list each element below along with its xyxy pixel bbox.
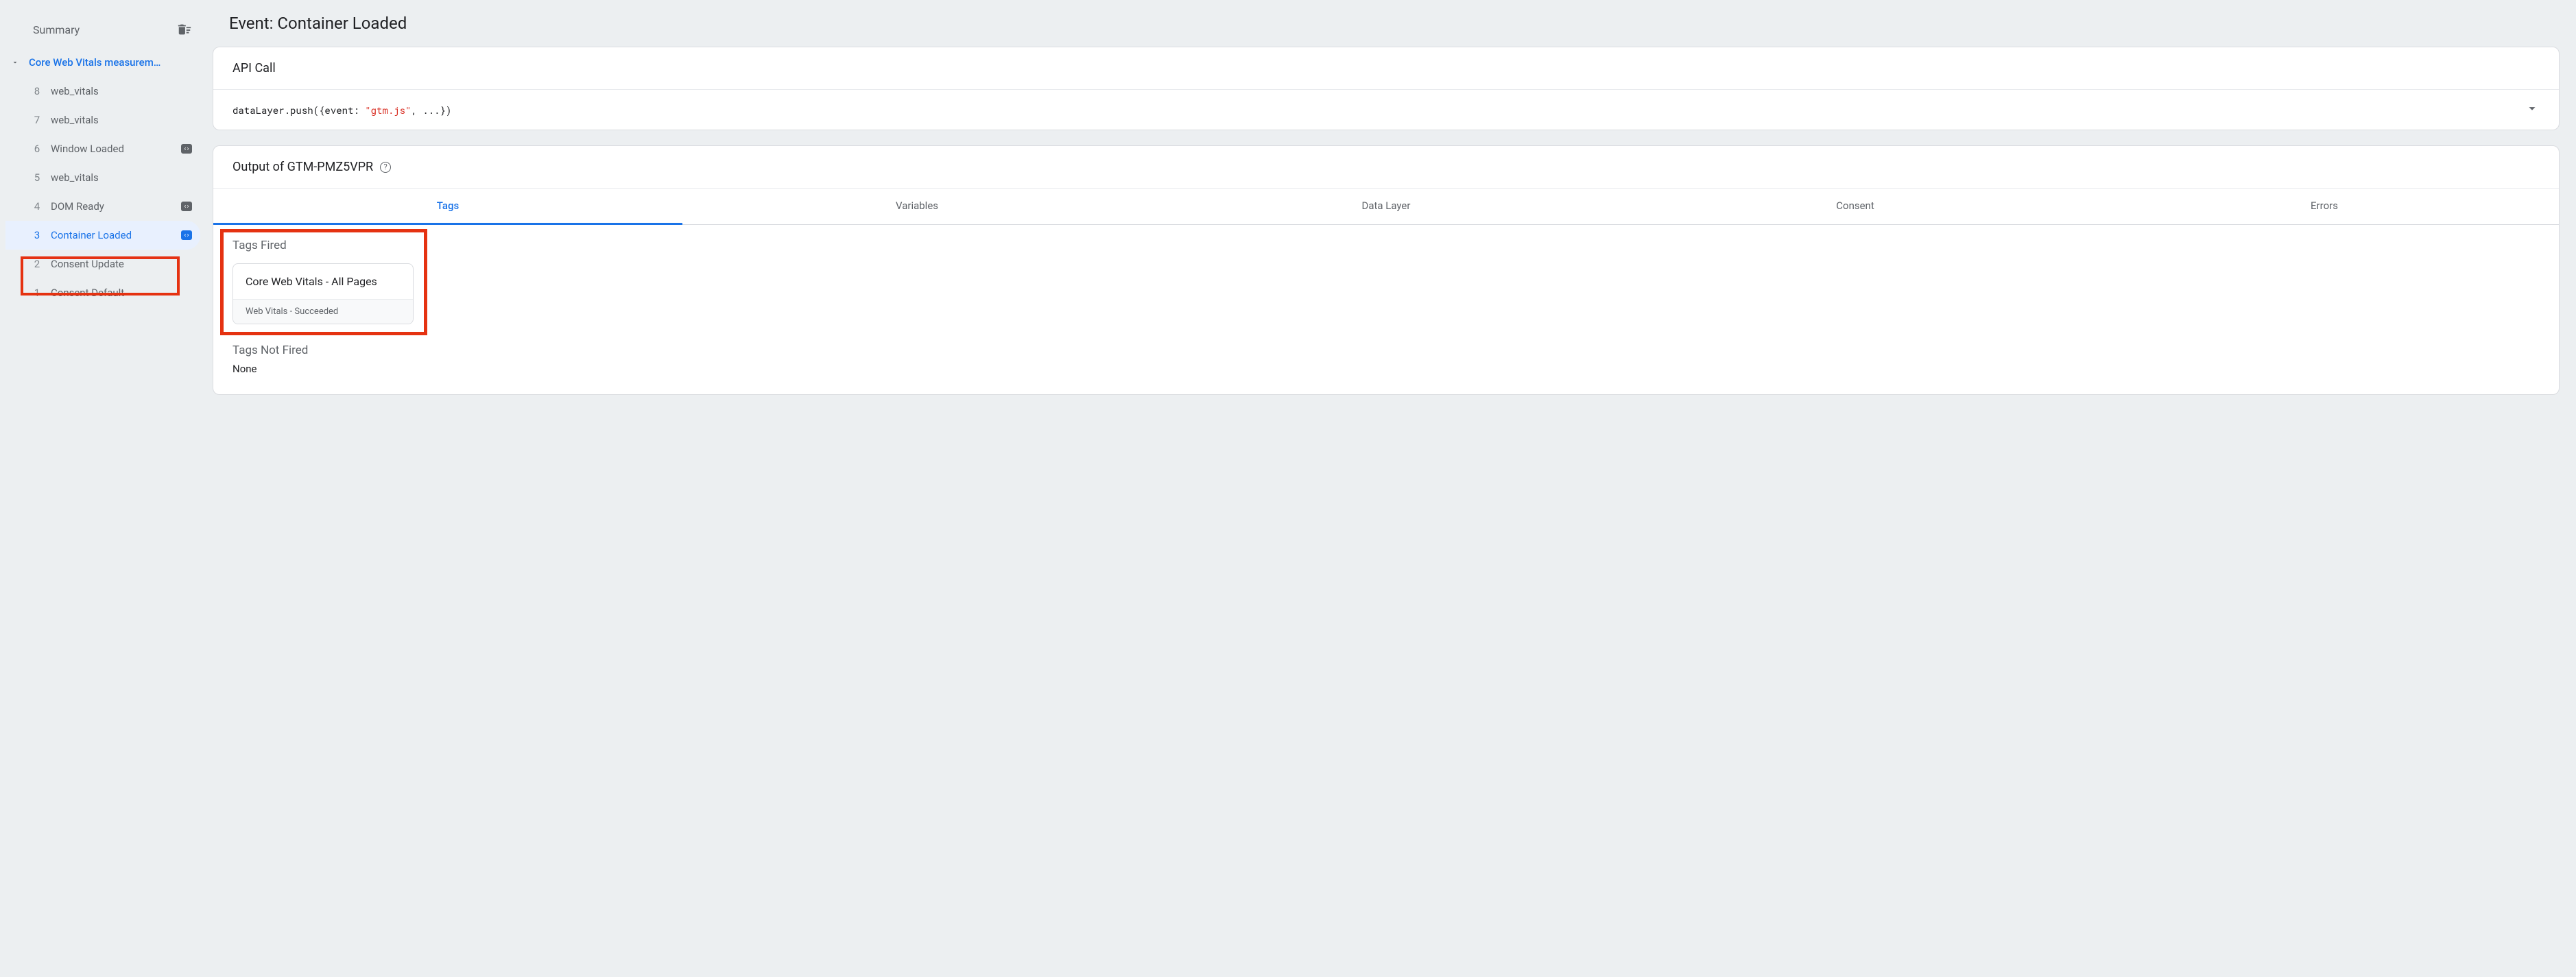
api-call-body[interactable]: dataLayer.push({event: "gtm.js", ...}) xyxy=(213,90,2559,130)
tab-errors[interactable]: Errors xyxy=(2090,189,2559,224)
sidebar-item-dom-ready[interactable]: 4 DOM Ready xyxy=(5,192,200,221)
sidebar-item-consent-update[interactable]: 2 Consent Update xyxy=(5,250,200,278)
event-number: 3 xyxy=(33,229,41,241)
tree-root-label: Core Web Vitals measurem… xyxy=(29,56,192,69)
api-call-code: dataLayer.push({event: "gtm.js", ...}) xyxy=(232,104,451,117)
sidebar-item-consent-default[interactable]: 1 Consent Default xyxy=(5,278,200,307)
help-icon[interactable]: ? xyxy=(380,162,391,173)
tag-card-status: Web Vitals - Succeeded xyxy=(233,299,413,324)
event-label: Consent Update xyxy=(51,258,192,270)
summary-header: Summary xyxy=(5,11,200,48)
tag-card-title: Core Web Vitals - All Pages xyxy=(233,264,413,299)
code-badge-icon xyxy=(181,144,192,154)
event-label: web_vitals xyxy=(51,171,192,184)
event-label: Container Loaded xyxy=(51,229,171,241)
event-number: 7 xyxy=(33,114,41,126)
caret-down-icon xyxy=(11,58,19,67)
output-card: Output of GTM-PMZ5VPR ? TagsVariablesDat… xyxy=(213,145,2560,395)
tab-tags[interactable]: Tags xyxy=(213,189,682,225)
output-header: Output of GTM-PMZ5VPR ? xyxy=(213,146,2559,189)
tab-variables[interactable]: Variables xyxy=(682,189,1152,224)
tags-panel: Tags Fired Core Web Vitals - All Pages W… xyxy=(213,225,2559,394)
event-number: 8 xyxy=(33,85,41,97)
tags-not-fired-value: None xyxy=(232,363,2540,375)
output-tabs: TagsVariablesData LayerConsentErrors xyxy=(213,189,2559,225)
sidebar-item-window-loaded[interactable]: 6 Window Loaded xyxy=(5,134,200,163)
code-badge-icon xyxy=(181,230,192,240)
sidebar-item-web_vitals[interactable]: 5 web_vitals xyxy=(5,163,200,192)
code-badge-icon xyxy=(181,202,192,211)
event-number: 4 xyxy=(33,200,41,213)
sidebar-item-web_vitals[interactable]: 8 web_vitals xyxy=(5,77,200,106)
chevron-down-icon[interactable] xyxy=(2525,101,2540,119)
event-label: DOM Ready xyxy=(51,200,171,213)
sidebar-item-container-loaded[interactable]: 3 Container Loaded xyxy=(5,221,200,250)
tab-data-layer[interactable]: Data Layer xyxy=(1152,189,1621,224)
main-content: Event: Container Loaded API Call dataLay… xyxy=(206,0,2576,424)
event-label: Window Loaded xyxy=(51,143,171,155)
sidebar: Summary Core Web Vitals measurem… 8 web_v… xyxy=(0,0,206,424)
tags-not-fired-heading: Tags Not Fired xyxy=(232,343,2540,357)
api-call-header: API Call xyxy=(213,47,2559,90)
event-label: web_vitals xyxy=(51,85,192,97)
delete-sweep-icon[interactable] xyxy=(177,22,192,37)
tags-fired-heading: Tags Fired xyxy=(232,239,2540,252)
event-number: 2 xyxy=(33,258,41,270)
fired-tag-card[interactable]: Core Web Vitals - All Pages Web Vitals -… xyxy=(232,263,414,324)
event-label: web_vitals xyxy=(51,114,192,126)
event-number: 5 xyxy=(33,171,41,184)
event-number: 1 xyxy=(33,287,41,299)
tree-root[interactable]: Core Web Vitals measurem… xyxy=(5,48,200,77)
event-number: 6 xyxy=(33,143,41,155)
page-title: Event: Container Loaded xyxy=(213,14,2560,33)
sidebar-item-web_vitals[interactable]: 7 web_vitals xyxy=(5,106,200,134)
event-label: Consent Default xyxy=(51,287,192,299)
summary-label: Summary xyxy=(33,23,80,36)
tab-consent[interactable]: Consent xyxy=(1621,189,2090,224)
api-call-card: API Call dataLayer.push({event: "gtm.js"… xyxy=(213,47,2560,130)
